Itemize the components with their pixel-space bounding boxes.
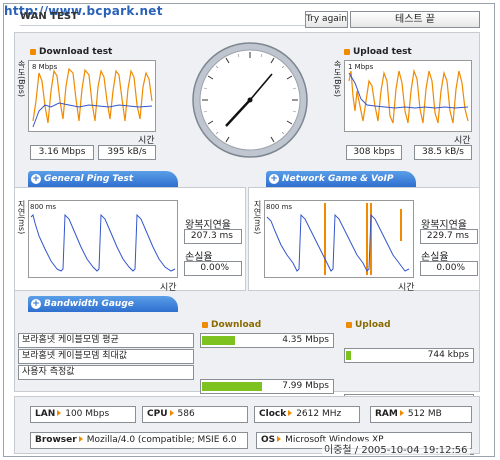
download-meter-fill <box>202 336 235 345</box>
browser-value: Mozilla/4.0 (compatible; MSIE 6.0 <box>86 435 237 445</box>
game-rtt-value: 229.7 ms <box>420 229 478 244</box>
speed-dial-graphic <box>192 42 308 158</box>
ping-rtt-value: 207.3 ms <box>184 229 242 244</box>
game-graph <box>266 203 410 275</box>
download-meter: 4.35 Mbps <box>200 333 334 348</box>
bandwidth-gauge-header: + Bandwidth Gauge <box>28 296 178 312</box>
page-title: WAN TEST <box>20 11 320 26</box>
download-scale: 8 Mbps <box>32 63 58 71</box>
signature-text: 이중철 / 2005-10-04 19:12:56 <box>322 441 470 456</box>
cpu-label: CPU <box>147 409 168 419</box>
ping-chart <box>28 200 178 278</box>
download-y-label: 속도(Bps) <box>17 60 26 97</box>
ping-loss-value: 0.00% <box>184 261 242 276</box>
game-loss-value: 0.00% <box>420 261 478 276</box>
bandwidth-gauge-title: Bandwidth Gauge <box>44 299 134 309</box>
lan-info: LAN 100 Mbps <box>30 406 136 423</box>
download-test-title: Download test <box>39 47 113 57</box>
upload-meter: 744 kbps <box>344 348 474 363</box>
browser-info: Browser Mozilla/4.0 (compatible; MSIE 6.0 <box>30 432 248 449</box>
game-scale: 800 ms <box>266 203 293 211</box>
game-latency-series <box>266 213 410 272</box>
gauge-row-label: 사용자 측정값 <box>18 365 194 380</box>
upload-meter-value: 744 kbps <box>427 350 469 360</box>
download-rate: 395 kB/s <box>98 145 156 160</box>
general-ping-test-title: General Ping Test <box>44 174 134 184</box>
upload-average-series <box>348 72 469 109</box>
bullet-icon <box>346 321 352 328</box>
packet-loss-markers <box>324 203 402 275</box>
upload-rate: 38.5 kB/s <box>414 145 472 160</box>
arrow-icon <box>57 410 62 416</box>
download-meter-fill <box>202 382 262 391</box>
upload-graph <box>348 68 469 124</box>
gauge-download-title: Download <box>211 320 262 330</box>
ping-y-label: 지연(ms) <box>17 200 26 235</box>
gauge-download-heading: Download <box>202 320 261 330</box>
gauge-row-label: 보라홈넷 케이블모뎀 최대값 <box>18 349 194 364</box>
plus-icon: + <box>31 299 41 309</box>
game-chart <box>264 200 414 278</box>
upload-y-label: 속도(Bps) <box>333 60 342 97</box>
game-x-label: 시간 <box>398 283 415 293</box>
ram-value: 512 MB <box>407 409 442 419</box>
plus-icon: + <box>269 174 279 184</box>
ping-latency-series <box>30 213 176 272</box>
gauge-row-label: 보라홈넷 케이블모뎀 평균 <box>18 333 194 348</box>
arrow-icon <box>78 436 83 442</box>
bullet-icon <box>344 48 350 55</box>
ping-x-label: 시간 <box>160 283 177 293</box>
test-status-button[interactable]: 테스트 끝 <box>350 11 480 28</box>
ping-scale: 800 ms <box>30 203 57 211</box>
download-peak-series <box>32 67 153 124</box>
arrow-icon <box>169 410 174 416</box>
lan-value: 100 Mbps <box>65 409 110 419</box>
arrow-icon <box>277 436 282 442</box>
download-graph <box>32 67 153 128</box>
download-test-heading: Download test <box>30 47 112 57</box>
cpu-value: 586 <box>177 409 195 419</box>
cpu-info: CPU 586 <box>142 406 248 423</box>
game-y-label: 지연(ms) <box>253 200 262 235</box>
general-ping-test-header: + General Ping Test <box>28 171 178 187</box>
upload-meter-fill <box>346 351 351 360</box>
upload-test-title: Upload test <box>353 47 412 57</box>
download-meter-value: 4.35 Mbps <box>282 335 329 345</box>
download-speed: 3.16 Mbps <box>30 145 94 160</box>
bullet-icon <box>202 321 208 328</box>
bullet-icon <box>30 48 36 55</box>
download-meter: 7.99 Mbps <box>200 379 334 394</box>
os-label: OS <box>261 435 276 445</box>
ram-info: RAM 512 MB <box>370 406 472 423</box>
try-again-button[interactable]: Try again <box>305 11 348 28</box>
upload-peak-series <box>348 68 469 124</box>
arrow-icon <box>288 410 293 416</box>
clock-value: 2612 MHz <box>296 409 342 419</box>
gauge-upload-title: Upload <box>355 320 391 330</box>
ram-label: RAM <box>375 409 398 419</box>
ping-graph <box>30 213 176 272</box>
network-game-voip-test-header: +Network Game & VoIP Test <box>266 171 416 200</box>
lan-label: LAN <box>35 409 56 419</box>
upload-test-heading: Upload test <box>344 47 412 57</box>
plus-icon: + <box>31 174 41 184</box>
download-meter-value: 7.99 Mbps <box>282 381 329 391</box>
arrow-icon <box>399 410 404 416</box>
browser-label: Browser <box>35 435 77 445</box>
gauge-upload-heading: Upload <box>346 320 391 330</box>
speed-dial <box>190 40 310 160</box>
upload-scale: 1 Mbps <box>348 63 374 71</box>
clock-label: Clock <box>259 409 287 419</box>
clock-info: Clock 2612 MHz <box>254 406 360 423</box>
upload-speed: 308 kbps <box>346 145 402 160</box>
